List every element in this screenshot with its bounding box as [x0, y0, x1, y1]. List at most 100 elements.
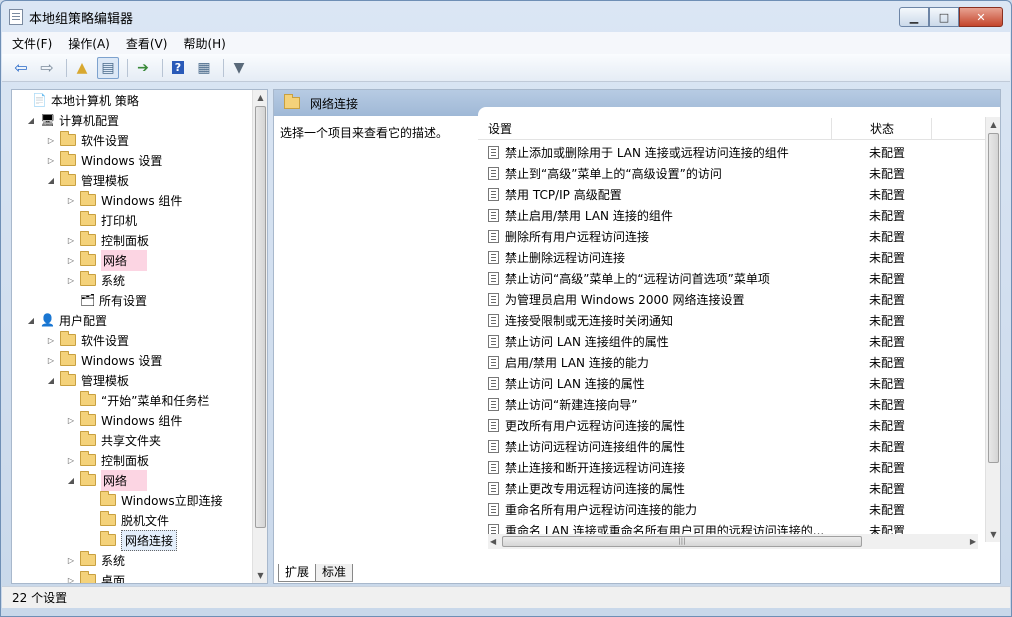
tree-item[interactable]: ▷ 软件设置 — [46, 130, 129, 150]
setting-row[interactable]: 禁止访问 LAN 连接的属性 未配置 — [488, 373, 969, 394]
scroll-down-arrow[interactable]: ▼ — [253, 568, 267, 583]
expand-arrow-icon[interactable]: ▷ — [46, 356, 56, 365]
tree-item[interactable]: ▷ 软件设置 — [46, 330, 129, 350]
expand-arrow-icon[interactable]: ▷ — [66, 456, 76, 465]
expand-arrow-icon[interactable]: ▷ — [46, 156, 56, 165]
setting-row[interactable]: 禁止删除远程访问连接 未配置 — [488, 247, 969, 268]
setting-row[interactable]: 禁止访问“高级”菜单上的“远程访问首选项”菜单项 未配置 — [488, 268, 969, 289]
expand-arrow-icon[interactable]: ◢ — [46, 176, 56, 185]
expand-arrow-icon[interactable]: ▷ — [46, 336, 56, 345]
menu-help[interactable]: 帮助(H) — [183, 35, 225, 52]
setting-row[interactable]: 禁止访问 LAN 连接组件的属性 未配置 — [488, 331, 969, 352]
expand-arrow-icon[interactable]: ◢ — [26, 316, 36, 325]
setting-row[interactable]: 禁止连接和断开连接远程访问连接 未配置 — [488, 457, 969, 478]
folder-icon — [80, 231, 96, 246]
tree-item-label: 网络 — [101, 469, 148, 491]
column-state[interactable]: 状态 — [832, 118, 932, 139]
setting-row[interactable]: 重命名所有用户远程访问连接的能力 未配置 — [488, 499, 969, 520]
setting-row[interactable]: 启用/禁用 LAN 连接的能力 未配置 — [488, 352, 969, 373]
tree-item[interactable]: Windows立即连接 — [86, 490, 223, 510]
tree-item[interactable]: ▷ Windows 组件 — [66, 410, 182, 430]
tree-item-label: 所有设置 — [99, 293, 148, 308]
minimize-button[interactable]: ▁ — [899, 7, 929, 27]
tree-item[interactable]: ◢ 👤 用户配置 — [26, 310, 107, 330]
tree-item-label: Windows立即连接 — [121, 493, 223, 508]
folder-icon — [100, 531, 116, 546]
setting-row[interactable]: 连接受限制或无连接时关闭通知 未配置 — [488, 310, 969, 331]
tree-item[interactable]: 共享文件夹 — [66, 430, 161, 450]
tab-standard[interactable]: 标准 — [315, 564, 354, 582]
tree-item[interactable]: ▷ Windows 设置 — [46, 350, 162, 370]
tree-item[interactable]: ◢ 管理模板 — [46, 370, 129, 390]
filter-icon[interactable]: ▼ — [228, 57, 250, 79]
properties-pane-icon[interactable]: ▦ — [193, 57, 215, 79]
setting-name: 禁止删除远程访问连接 — [505, 251, 626, 265]
up-folder-icon[interactable]: ▲ — [71, 57, 93, 79]
tree-item[interactable]: ▷ 系统 — [66, 550, 125, 570]
scroll-up-arrow[interactable]: ▲ — [986, 117, 1000, 132]
scroll-down-arrow[interactable]: ▼ — [986, 527, 1000, 542]
expand-arrow-icon[interactable]: ◢ — [26, 116, 36, 125]
tree-item[interactable]: ▷ 桌面 — [66, 570, 125, 583]
setting-row[interactable]: 禁止更改专用远程访问连接的属性 未配置 — [488, 478, 969, 499]
tree-item[interactable]: ▷ 控制面板 — [66, 450, 149, 470]
close-button[interactable]: ✕ — [959, 7, 1003, 27]
tree-item[interactable]: ◢ 管理模板 — [46, 170, 129, 190]
setting-row[interactable]: 禁止访问远程访问连接组件的属性 未配置 — [488, 436, 969, 457]
scroll-right-arrow[interactable]: ▶ — [970, 534, 976, 549]
h-scroll-thumb[interactable]: ||| — [502, 536, 862, 547]
show-hide-tree-icon[interactable]: ▤ — [97, 56, 119, 79]
setting-row[interactable]: 为管理员启用 Windows 2000 网络连接设置 未配置 — [488, 289, 969, 310]
tree-item[interactable]: ▷ Windows 设置 — [46, 150, 162, 170]
setting-row[interactable]: 禁止启用/禁用 LAN 连接的组件 未配置 — [488, 205, 969, 226]
scroll-thumb[interactable] — [988, 133, 999, 463]
maximize-button[interactable]: □ — [929, 7, 959, 27]
scroll-left-arrow[interactable]: ◀ — [490, 534, 496, 549]
expand-arrow-icon[interactable]: ▷ — [66, 196, 76, 205]
menu-file[interactable]: 文件(F) — [12, 35, 52, 52]
setting-state: 未配置 — [869, 503, 906, 517]
tree-vertical-scrollbar[interactable]: ▲ ▼ — [252, 90, 267, 583]
setting-row[interactable]: 更改所有用户远程访问连接的属性 未配置 — [488, 415, 969, 436]
expand-arrow-icon[interactable]: ▷ — [66, 416, 76, 425]
list-horizontal-scrollbar[interactable]: ◀ ||| ▶ — [488, 534, 978, 549]
list-vertical-scrollbar[interactable]: ▲ ▼ — [985, 117, 1000, 542]
expand-arrow-icon[interactable]: ▷ — [66, 556, 76, 565]
tree-item[interactable]: 打印机 — [66, 210, 137, 230]
expand-arrow-icon[interactable]: ▷ — [46, 136, 56, 145]
back-icon[interactable]: ⇦ — [10, 57, 32, 79]
scroll-up-arrow[interactable]: ▲ — [253, 90, 267, 105]
policy-setting-icon — [488, 440, 499, 453]
expand-arrow-icon[interactable]: ◢ — [46, 376, 56, 385]
expand-arrow-icon[interactable]: ▷ — [66, 256, 76, 265]
column-setting[interactable]: 设置 — [478, 118, 832, 139]
menu-view[interactable]: 查看(V) — [126, 35, 168, 52]
setting-row[interactable]: 删除所有用户远程访问连接 未配置 — [488, 226, 969, 247]
tree-item[interactable]: ◢ 🖥 计算机配置 — [26, 110, 119, 130]
expand-arrow-icon[interactable]: ▷ — [66, 576, 76, 584]
setting-row[interactable]: 禁用 TCP/IP 高级配置 未配置 — [488, 184, 969, 205]
menu-action[interactable]: 操作(A) — [68, 35, 110, 52]
setting-row[interactable]: 禁止到“高级”菜单上的“高级设置”的访问 未配置 — [488, 163, 969, 184]
expand-arrow-icon[interactable]: ▷ — [66, 236, 76, 245]
tree-item[interactable]: 🗂 所有设置 — [66, 290, 147, 310]
tree-item[interactable]: ▷ 控制面板 — [66, 230, 149, 250]
forward-icon[interactable]: ⇨ — [36, 57, 58, 79]
scroll-thumb[interactable] — [255, 106, 266, 528]
tree-item[interactable]: ▷ Windows 组件 — [66, 190, 182, 210]
tree-item[interactable]: 网络连接 — [86, 529, 178, 551]
tree-item[interactable]: ▷ 网络 — [66, 249, 148, 271]
expand-arrow-icon[interactable]: ▷ — [66, 276, 76, 285]
export-list-icon[interactable]: ➔ — [132, 57, 154, 79]
tree-item[interactable]: ◢ 网络 — [66, 469, 148, 491]
tree-item[interactable]: 📄 本地计算机 策略 — [18, 90, 139, 110]
tree-item[interactable]: “开始”菜单和任务栏 — [66, 390, 209, 410]
expand-arrow-icon[interactable]: ◢ — [66, 476, 76, 485]
settings-icon: 🗂 — [80, 293, 96, 307]
setting-row[interactable]: 禁止添加或删除用于 LAN 连接或远程访问连接的组件 未配置 — [488, 142, 969, 163]
setting-row[interactable]: 禁止访问“新建连接向导” 未配置 — [488, 394, 969, 415]
tree-item[interactable]: 脱机文件 — [86, 510, 169, 530]
help-icon[interactable]: ? — [167, 57, 189, 79]
tree-item[interactable]: ▷ 系统 — [66, 270, 125, 290]
tab-extended[interactable]: 扩展 — [278, 564, 317, 582]
